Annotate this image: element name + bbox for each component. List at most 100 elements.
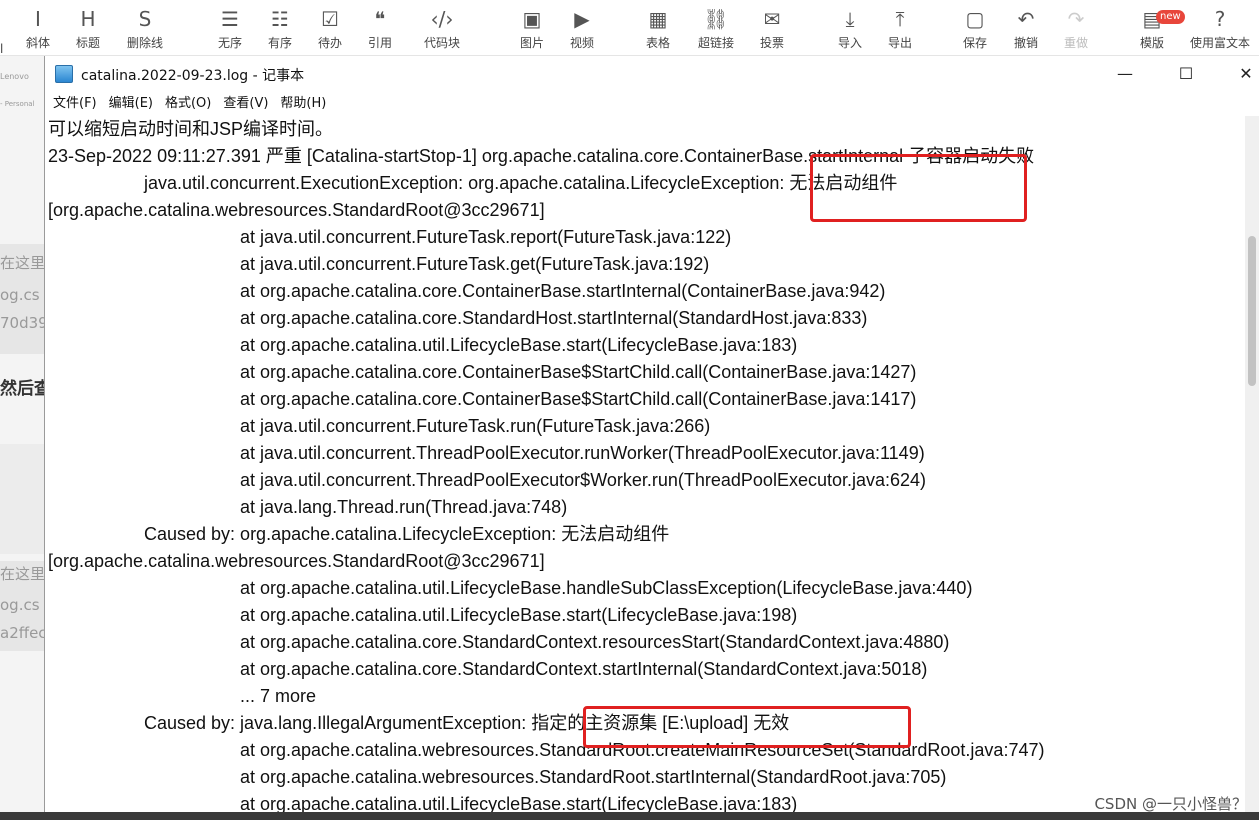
- export-label: 导出: [887, 36, 912, 50]
- use-rich-text-icon: ?: [1214, 7, 1226, 31]
- menu-edit[interactable]: 编辑(E): [103, 92, 159, 116]
- todo-icon: ☑: [321, 7, 339, 31]
- log-line: at java.util.concurrent.ThreadPoolExecut…: [240, 470, 927, 490]
- quote-label: 引用: [367, 36, 392, 50]
- minimize-button[interactable]: —: [1102, 60, 1148, 88]
- save-label: 保存: [962, 36, 987, 50]
- heading-button[interactable]: H 标题: [58, 6, 118, 51]
- background-page: Lenovo - Personal 在这里 og.cs 70d39 然后查 在这…: [0, 56, 44, 820]
- bg-snippet: 然后查: [0, 379, 44, 399]
- todo-label: 待办: [317, 36, 342, 50]
- close-button[interactable]: ✕: [1223, 60, 1259, 88]
- menu-bar: 文件(F) 编辑(E) 格式(O) 查看(V) 帮助(H): [45, 92, 1259, 116]
- strikethrough-label: 删除线: [126, 36, 163, 50]
- hyperlink-icon: ⛓: [703, 7, 729, 31]
- bg-snippet: 在这里: [0, 254, 44, 272]
- use-rich-text-button[interactable]: ? 使用富文本: [1190, 6, 1250, 51]
- vote-button[interactable]: ✉ 投票: [742, 6, 802, 51]
- menu-help[interactable]: 帮助(H): [274, 92, 332, 116]
- save-icon: ▢: [965, 7, 985, 31]
- strikethrough-icon: S: [138, 7, 152, 31]
- image-icon: ▣: [522, 7, 542, 31]
- title-bar[interactable]: catalina.2022-09-23.log - 记事本 — ☐ ✕: [45, 56, 1259, 92]
- table-button[interactable]: ▦ 表格: [628, 6, 688, 51]
- hyperlink-button[interactable]: ⛓ 超链接: [686, 6, 746, 51]
- use-rich-text-label: 使用富文本: [1190, 36, 1251, 50]
- highlight-box: [810, 154, 1027, 222]
- log-line: at org.apache.catalina.util.LifecycleBas…: [240, 578, 973, 598]
- italic-label: 斜体: [25, 36, 50, 50]
- log-line: at org.apache.catalina.core.StandardCont…: [240, 632, 950, 652]
- bg-snippet: og.cs: [0, 596, 40, 614]
- table-icon: ▦: [648, 7, 668, 31]
- highlight-box: [583, 706, 911, 748]
- redo-button[interactable]: ↷ 重做: [1046, 6, 1106, 51]
- vote-icon: ✉: [763, 7, 781, 31]
- export-button[interactable]: ⤒ 导出: [870, 6, 930, 51]
- log-line: 可以缩短启动时间和JSP编译时间。: [48, 119, 334, 139]
- log-line: at org.apache.catalina.core.StandardCont…: [240, 659, 928, 679]
- code-block-button[interactable]: ‹/› 代码块: [412, 6, 472, 51]
- log-line: at java.util.concurrent.FutureTask.get(F…: [240, 254, 710, 274]
- log-line: java.util.concurrent.ExecutionException:…: [144, 173, 898, 193]
- undo-label: 撤销: [1013, 36, 1038, 50]
- image-label: 图片: [519, 36, 544, 50]
- log-line: at org.apache.catalina.util.LifecycleBas…: [240, 605, 798, 625]
- bg-snippet: 在这里: [0, 565, 44, 583]
- quote-icon: ❝: [374, 7, 386, 31]
- bg-snippet: 70d39: [0, 314, 44, 332]
- log-line: at java.util.concurrent.FutureTask.repor…: [240, 227, 732, 247]
- bg-snippet: - Personal: [0, 100, 35, 108]
- table-label: 表格: [645, 36, 670, 50]
- window-title: catalina.2022-09-23.log - 记事本: [81, 68, 305, 84]
- vote-label: 投票: [759, 36, 784, 50]
- log-line: at org.apache.catalina.core.ContainerBas…: [240, 389, 917, 409]
- ordered-list-icon: ☷: [271, 7, 289, 31]
- ordered-list-label: 有序: [267, 36, 292, 50]
- menu-view[interactable]: 查看(V): [217, 92, 274, 116]
- heading-label: 标题: [75, 36, 100, 50]
- log-line: [org.apache.catalina.webresources.Standa…: [48, 551, 545, 571]
- video-button[interactable]: ▶ 视频: [552, 6, 612, 51]
- bg-snippet: Lenovo: [0, 72, 29, 81]
- log-line: ... 7 more: [240, 686, 317, 706]
- watermark: CSDN @一只小怪兽？: [1094, 795, 1247, 813]
- menu-file[interactable]: 文件(F): [45, 92, 103, 116]
- strikethrough-button[interactable]: S 删除线: [115, 6, 175, 51]
- scroll-thumb[interactable]: [1248, 236, 1256, 386]
- redo-icon: ↷: [1067, 7, 1085, 31]
- vertical-scrollbar[interactable]: [1245, 116, 1259, 820]
- italic-icon: I: [35, 7, 41, 31]
- import-icon: ⤓: [845, 7, 855, 31]
- maximize-button[interactable]: ☐: [1163, 60, 1209, 88]
- menu-format[interactable]: 格式(O): [159, 92, 217, 116]
- log-line: at org.apache.catalina.core.StandardHost…: [240, 308, 868, 328]
- bg-snippet: og.cs: [0, 286, 40, 304]
- code-block-icon: ‹/›: [430, 7, 454, 31]
- log-line: at java.util.concurrent.ThreadPoolExecut…: [240, 443, 925, 463]
- unordered-list-icon: ☰: [221, 7, 239, 31]
- notepad-icon: [55, 65, 73, 83]
- log-line: at org.apache.catalina.core.ContainerBas…: [240, 362, 917, 382]
- import-label: 导入: [837, 36, 862, 50]
- code-block-label: 代码块: [423, 36, 460, 50]
- log-line: at org.apache.catalina.webresources.Stan…: [240, 767, 947, 787]
- log-line: at java.util.concurrent.FutureTask.run(F…: [240, 416, 711, 436]
- log-line: at java.lang.Thread.run(Thread.java:748): [240, 497, 568, 517]
- quote-button[interactable]: ❝ 引用: [350, 6, 410, 51]
- template-button[interactable]: ▤ 模版 new: [1122, 6, 1185, 51]
- export-icon: ⤒: [895, 7, 905, 31]
- taskbar-edge: [0, 812, 1259, 820]
- video-icon: ▶: [574, 7, 590, 31]
- bg-snippet: a2ffec: [0, 624, 44, 642]
- log-line: at org.apache.catalina.core.ContainerBas…: [240, 281, 886, 301]
- heading-icon: H: [80, 7, 96, 31]
- log-line: [org.apache.catalina.webresources.Standa…: [48, 200, 545, 220]
- unordered-list-label: 无序: [217, 36, 242, 50]
- hyperlink-label: 超链接: [697, 36, 734, 50]
- log-line: Caused by: org.apache.catalina.Lifecycle…: [144, 524, 670, 544]
- undo-icon: ↶: [1017, 7, 1035, 31]
- log-line: at org.apache.catalina.util.LifecycleBas…: [240, 335, 798, 355]
- editor-toolbar: l I 斜体 H 标题 S 删除线 ☰ 无序 ☷ 有序 ☑ 待办 ❝ 引用 ‹/› 代码块 ▣ 图片 ▶ 视频 ▦ 表格 ⛓…: [0, 0, 1259, 56]
- template-label: 模版: [1139, 36, 1164, 50]
